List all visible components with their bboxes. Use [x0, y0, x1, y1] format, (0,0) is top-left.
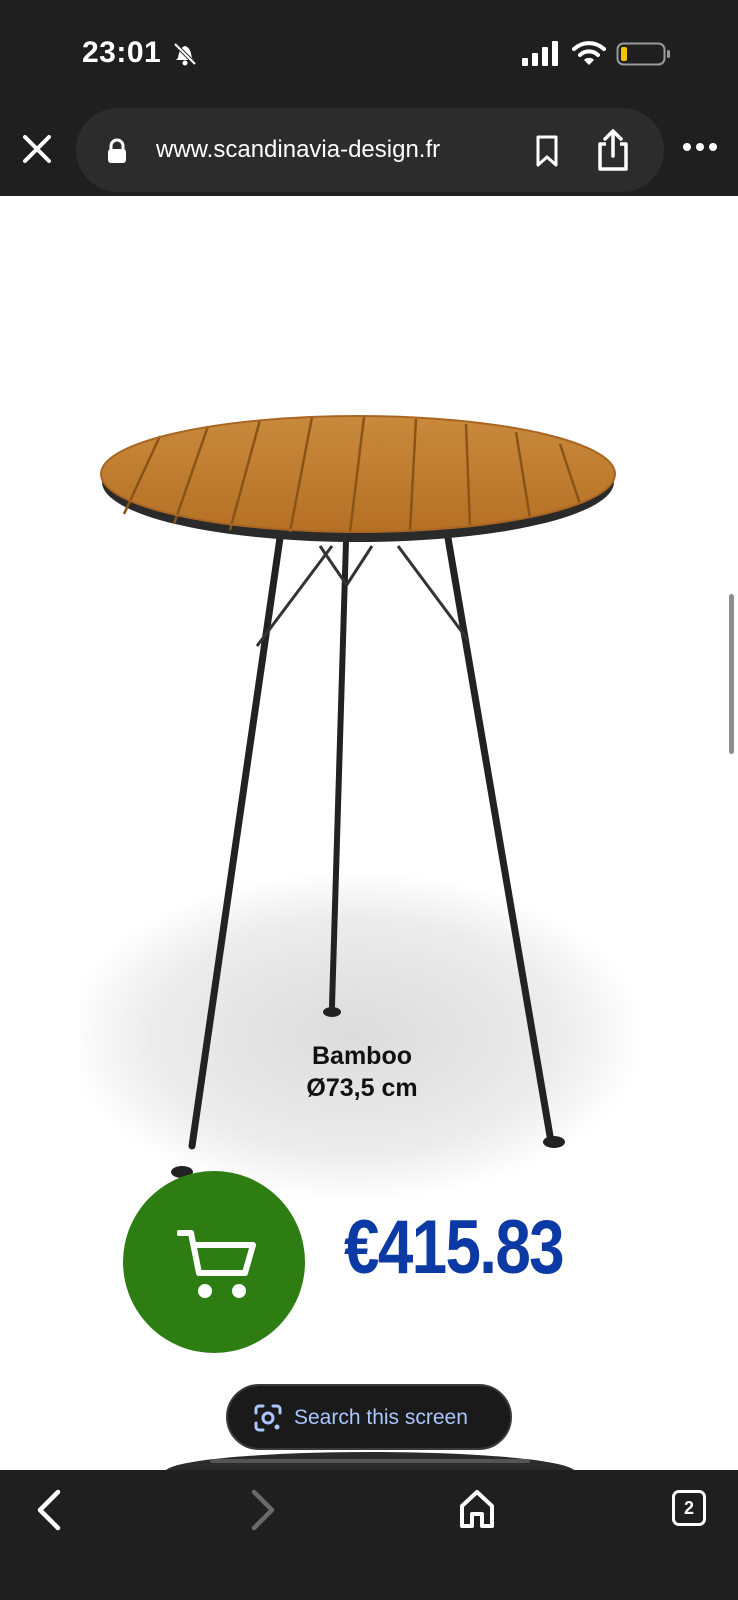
- product-price: €415.83: [344, 1205, 565, 1290]
- browser-toolbar: 2: [0, 1470, 738, 1600]
- forward-icon[interactable]: [248, 1488, 278, 1532]
- url-field[interactable]: www.scandinavia-design.fr: [76, 108, 664, 192]
- tab-switcher-button[interactable]: 2: [672, 1490, 706, 1526]
- close-icon[interactable]: [20, 132, 54, 166]
- status-bar: 23:01: [0, 0, 738, 100]
- web-page-content: Bamboo Ø73,5 cm €415.83 Search this scre…: [0, 196, 738, 1470]
- lock-icon: [108, 138, 126, 163]
- tab-count: 2: [683, 1497, 694, 1518]
- wifi-icon: [572, 41, 606, 65]
- cellular-signal-icon: [522, 41, 558, 66]
- shopping-cart-icon: [177, 1230, 256, 1298]
- google-lens-icon: [254, 1404, 282, 1432]
- more-options-icon[interactable]: [682, 140, 718, 154]
- bookmark-icon[interactable]: [532, 134, 562, 168]
- bell-slash-icon: [173, 42, 197, 66]
- back-icon[interactable]: [34, 1488, 64, 1532]
- url-text: www.scandinavia-design.fr: [156, 136, 441, 163]
- add-to-cart-button[interactable]: [123, 1171, 305, 1353]
- product-name: Bamboo: [312, 1042, 412, 1070]
- scrollbar-thumb[interactable]: [729, 594, 734, 754]
- battery-low-icon: [616, 42, 670, 66]
- search-this-screen-button[interactable]: Search this screen: [226, 1384, 512, 1450]
- share-icon[interactable]: [594, 128, 632, 172]
- divider: [210, 1459, 530, 1463]
- browser-address-bar: www.scandinavia-design.fr: [0, 100, 738, 196]
- home-icon[interactable]: [458, 1488, 496, 1530]
- status-time: 23:01: [82, 36, 162, 69]
- search-this-screen-label: Search this screen: [294, 1406, 468, 1429]
- product-size: Ø73,5 cm: [306, 1074, 418, 1102]
